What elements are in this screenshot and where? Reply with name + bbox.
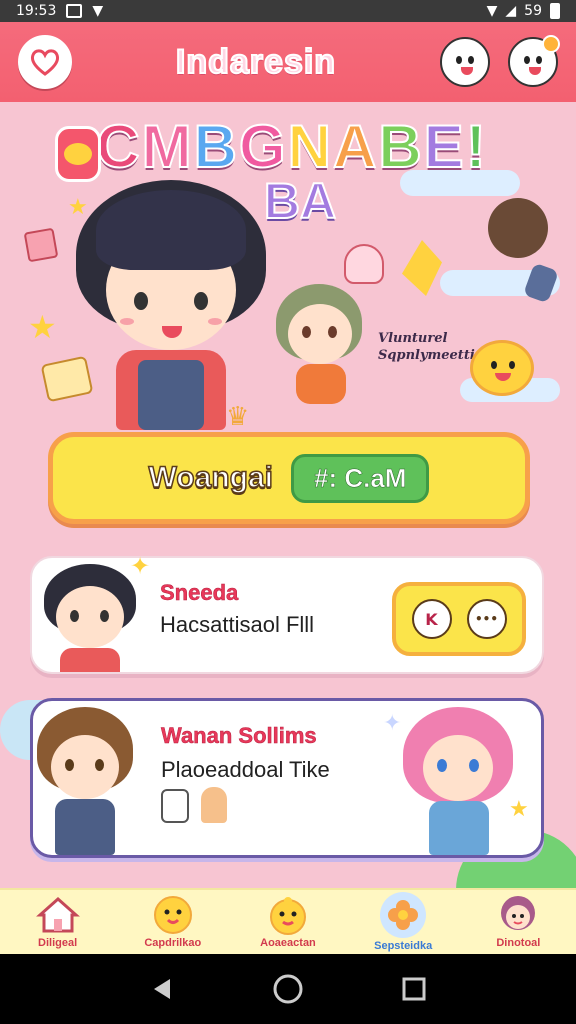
- paper-plane-icon: [402, 240, 442, 296]
- hero-title-letter: B: [377, 112, 424, 181]
- hero-title: CMBGNABE!: [52, 112, 532, 181]
- nav-item-duck[interactable]: Aoaeactan: [233, 889, 343, 955]
- crown-icon: ♛: [226, 402, 250, 432]
- hero-title-letter: G: [238, 112, 288, 181]
- app-header: Indaresin: [0, 22, 576, 102]
- star-icon: ★: [68, 195, 88, 220]
- challenge-card-title: Wanan Sollims: [161, 723, 317, 749]
- hero-title-letter: E: [423, 112, 466, 181]
- heart-icon: [30, 49, 60, 76]
- nav-item-home[interactable]: Diligeal: [3, 889, 113, 955]
- nav-label: Aoaeactan: [260, 937, 316, 949]
- hero-title-letter: A: [332, 112, 379, 181]
- nav-label: Sepsteidka: [374, 940, 433, 952]
- avatar-sticker-icon: [488, 198, 548, 258]
- friend-actions: K •••: [392, 582, 526, 656]
- girl-avatar-icon: [496, 895, 540, 935]
- friend-card-subtitle: Hacsattisaol Flll: [160, 612, 315, 637]
- cat-sticker-icon: [55, 126, 101, 182]
- cupcake-icon: [344, 244, 384, 284]
- room-code-badge[interactable]: #: C.aM: [290, 453, 430, 503]
- notifications-button[interactable]: [507, 35, 560, 87]
- welcome-banner[interactable]: Woangai #: C.aM: [48, 432, 530, 524]
- wifi-icon: ▼: [486, 3, 498, 19]
- welcome-label: Woangai: [148, 460, 274, 495]
- kick-button[interactable]: K: [411, 599, 452, 639]
- app-title: Indaresin: [175, 42, 337, 82]
- friend-card-title: Sneeda: [160, 580, 239, 606]
- home-icon: [35, 895, 80, 935]
- challenge-avatar-boy: [35, 707, 135, 855]
- bottom-navigation: Diligeal Capdrilkao Aoaeactan Sepsteidka…: [0, 888, 576, 954]
- hero-title-letter: N: [287, 112, 333, 181]
- flower-icon: [380, 892, 427, 938]
- side-note: Vlunturel Sqpnlymeettin: [378, 330, 484, 364]
- more-options-button[interactable]: •••: [466, 599, 507, 639]
- nav-label: Capdrilkao: [144, 937, 202, 949]
- battery-text: 59: [524, 3, 542, 19]
- photo-sticker-icon: [23, 227, 59, 263]
- signal-icon: ◢: [505, 3, 517, 19]
- sparkle-icon: ✦: [130, 552, 151, 580]
- challenge-card[interactable]: Wanan Sollims Plaoeaddoal Tike ★ ✦: [30, 698, 544, 858]
- notification-badge-icon: [541, 35, 560, 53]
- status-time: 19:53: [16, 3, 57, 19]
- boot-sticker-icon: [522, 262, 560, 304]
- home-circle-icon[interactable]: [272, 973, 304, 1005]
- nav-item-flower[interactable]: Sepsteidka: [348, 889, 458, 955]
- battery-icon: [550, 3, 560, 19]
- star-icon: ★: [28, 308, 57, 346]
- star-icon: ★: [509, 797, 529, 822]
- side-note-line1: Vlunturel: [378, 331, 448, 346]
- hero-title-letter: M: [141, 112, 194, 181]
- recents-icon[interactable]: [400, 975, 428, 1003]
- location-icon: ▼: [92, 3, 104, 19]
- chick-face-icon: [151, 895, 195, 935]
- challenge-avatar-girl: [403, 707, 513, 855]
- system-navigation-bar: [0, 954, 576, 1024]
- friend-avatar: [40, 564, 140, 672]
- status-bar: 19:53 ▼ ▼ ◢ 59: [0, 0, 576, 22]
- challenge-card-subtitle: Plaoeaddoal Tike: [161, 757, 330, 782]
- hero-title-letter: C: [95, 112, 142, 181]
- hero-title-letter: !: [465, 112, 488, 181]
- nav-label: Dinotoal: [496, 937, 541, 949]
- smiley-sun-icon: [470, 340, 534, 396]
- favorite-button[interactable]: [18, 35, 72, 89]
- friend-card[interactable]: ✦ Sneeda Hacsattisaol Flll K •••: [30, 552, 544, 674]
- ice-cream-icon: [201, 787, 227, 823]
- duck-face-icon: [266, 895, 310, 935]
- side-note-line2: Sqpnlymeettin: [378, 348, 485, 363]
- hero-title-letter: B: [193, 112, 239, 181]
- mascot-profile-button[interactable]: [439, 37, 490, 87]
- main-character-illustration: [76, 180, 266, 430]
- nav-item-profile[interactable]: Dinotoal: [463, 889, 573, 955]
- nav-item-chick[interactable]: Capdrilkao: [118, 889, 228, 955]
- sparkle-icon: ✦: [383, 711, 402, 736]
- notification-icon: [66, 4, 83, 18]
- nav-label: Diligeal: [38, 937, 78, 949]
- back-icon[interactable]: [148, 975, 176, 1003]
- side-character-illustration: [276, 284, 366, 404]
- ticket-icon: [161, 789, 189, 823]
